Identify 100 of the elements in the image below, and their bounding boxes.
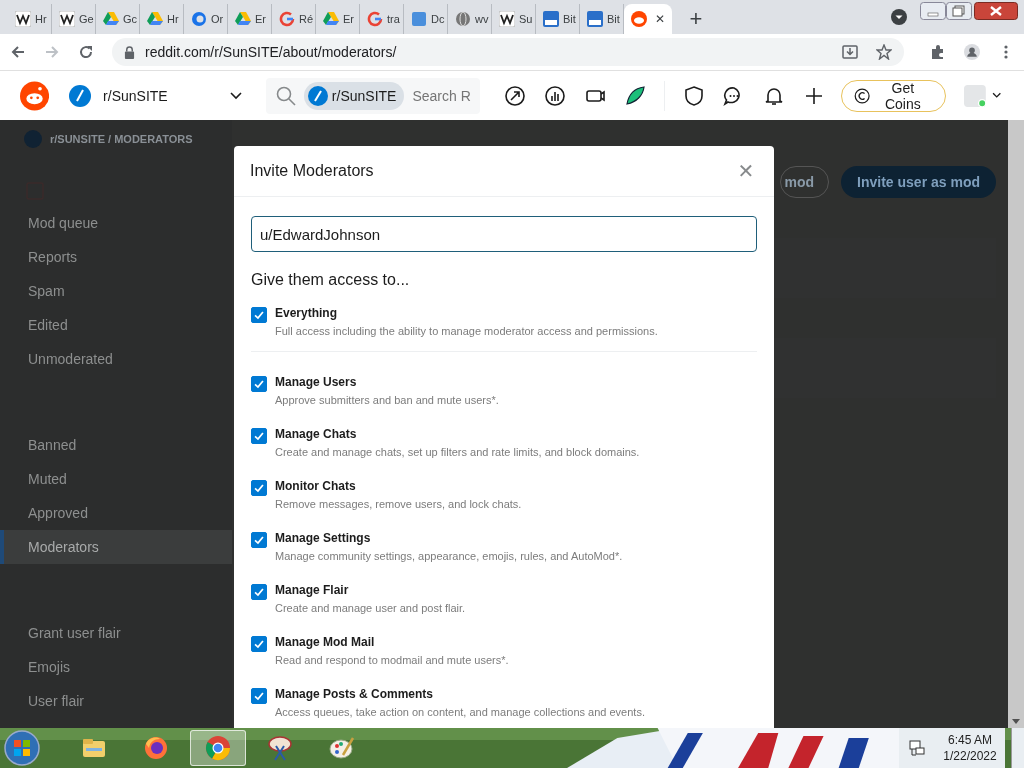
firefox-icon (142, 734, 170, 762)
permission-description: Full access including the ability to manage moderator access and permissions. (275, 325, 658, 337)
drive-icon (323, 11, 339, 27)
clock-time: 6:45 AM (948, 732, 992, 748)
sidebar-item[interactable]: Muted (0, 462, 232, 496)
clock-date: 1/22/2022 (943, 748, 997, 764)
permission-description: Create and manage user and post flair. (275, 602, 466, 614)
network-icon[interactable] (899, 728, 935, 768)
dialog-title: Invite Moderators (250, 162, 374, 180)
profile-icon[interactable] (964, 44, 980, 60)
minimize-button[interactable] (920, 2, 946, 20)
search-field[interactable]: Search R (412, 87, 481, 104)
wiki-icon (59, 11, 75, 27)
chrome-taskbar-button[interactable] (190, 730, 246, 766)
google-icon (279, 11, 295, 27)
maximize-button[interactable] (946, 2, 972, 20)
checkbox[interactable] (251, 688, 267, 704)
sidebar-item[interactable]: Emojis (0, 650, 232, 684)
new-tab-button[interactable]: + (682, 6, 710, 32)
permission-description: Read and respond to modmail and mute users*. (275, 654, 509, 666)
community-chip[interactable]: r/SunSITE (303, 81, 405, 110)
sidebar-item[interactable]: Banned (0, 428, 232, 462)
permission-description: Create and manage chats, set up filters and rate limits, and block domains. (275, 446, 640, 458)
sidebar-item[interactable]: Edited (0, 308, 232, 342)
bit-icon (543, 11, 559, 27)
sidebar-item[interactable]: Mod queue (0, 206, 232, 240)
invite-user-button[interactable]: Invite user as mod (841, 166, 996, 198)
community-avatar-icon (24, 130, 42, 148)
chevron-down-icon (229, 91, 242, 100)
popular-icon[interactable] (504, 84, 527, 107)
reddit-icon (631, 11, 647, 27)
bookmark-star-icon[interactable] (876, 44, 892, 60)
address-bar[interactable]: reddit.com/r/SunSITE/about/moderators/ (112, 38, 904, 66)
clock[interactable]: 6:45 AM 1/22/2022 (935, 728, 1005, 768)
show-desktop-button[interactable] (1011, 728, 1024, 768)
lock-icon (124, 45, 135, 59)
checkbox[interactable] (251, 532, 267, 548)
checkbox[interactable] (251, 480, 267, 496)
username-field[interactable]: u/EdwardJohnson (251, 216, 757, 252)
scissors-icon (266, 734, 294, 762)
sidebar-item[interactable]: Reports (0, 240, 232, 274)
shield-icon[interactable] (683, 84, 706, 107)
get-coins-button[interactable]: Get Coins (841, 79, 946, 112)
sidebar-item[interactable]: Approved (0, 496, 232, 530)
drive-icon (147, 11, 163, 27)
install-icon[interactable] (842, 44, 858, 60)
globe-icon (455, 11, 471, 27)
search-bar[interactable]: r/SunSITE Search R (265, 77, 481, 114)
permission-label: Manage Settings (275, 530, 372, 546)
sidebar-item[interactable]: Moderators (0, 530, 232, 564)
checkbox[interactable] (251, 307, 267, 323)
google-icon (367, 11, 383, 27)
start-button[interactable] (4, 730, 40, 766)
community-avatar-icon (307, 85, 328, 106)
scroll-down-icon[interactable] (1012, 719, 1020, 724)
reload-button[interactable] (78, 44, 94, 60)
reddit-logo-icon[interactable] (20, 79, 50, 112)
document-icon (411, 11, 427, 27)
close-window-button[interactable] (974, 2, 1018, 20)
leaf-icon[interactable] (624, 84, 647, 107)
browser-tab[interactable]: ✕ (624, 4, 672, 34)
sidebar-item[interactable]: Unmoderated (0, 342, 232, 376)
chart-icon[interactable] (544, 84, 567, 107)
permission-description: Approve submitters and ban and mute users*. (275, 394, 499, 406)
permission-label: Everything (275, 305, 338, 321)
permission-label: Manage Chats (275, 426, 358, 442)
back-button[interactable] (10, 44, 26, 60)
bit-icon (587, 11, 603, 27)
extensions-icon[interactable] (930, 44, 946, 60)
checkbox[interactable] (251, 428, 267, 444)
sidebar-item[interactable]: Spam (0, 274, 232, 308)
breadcrumb: r/SUNSITE / MODERATORS (50, 133, 193, 145)
sidebar-item[interactable]: Grant user flair (0, 616, 232, 650)
swirl-icon (191, 11, 207, 27)
close-tab-button[interactable]: ✕ (655, 12, 665, 26)
permission-label: Manage Flair (275, 582, 350, 598)
section-heading: Give them access to... (251, 271, 411, 289)
drive-icon (235, 11, 251, 27)
permission-label: Manage Mod Mail (275, 634, 376, 650)
permission-label: Monitor Chats (275, 478, 357, 494)
permission-description: Access queues, take action on content, and manage collections and events. (275, 706, 645, 718)
checkbox[interactable] (251, 376, 267, 392)
community-selector[interactable]: r/SunSITE (69, 84, 242, 107)
drive-icon (103, 11, 119, 27)
coin-icon (854, 86, 871, 105)
wiki-icon (15, 11, 31, 27)
checkbox[interactable] (251, 636, 267, 652)
sidebar-item[interactable]: User flair (0, 684, 232, 718)
community-avatar-icon (69, 84, 92, 107)
search-icon (275, 85, 296, 106)
checkbox[interactable] (251, 584, 267, 600)
permission-label: Manage Users (275, 374, 358, 390)
permission-label: Manage Posts & Comments (275, 686, 435, 702)
chrome-icon (204, 734, 232, 762)
url-text: reddit.com/r/SunSITE/about/moderators/ (145, 44, 398, 60)
wiki-icon (499, 11, 515, 27)
scrollbar[interactable] (1008, 120, 1024, 728)
tab-search-icon[interactable] (890, 8, 908, 26)
permission-description: Remove messages, remove users, and lock chats. (275, 498, 522, 510)
permission-description: Manage community settings, appearance, emojis, rules, and AutoMod*. (275, 550, 623, 562)
